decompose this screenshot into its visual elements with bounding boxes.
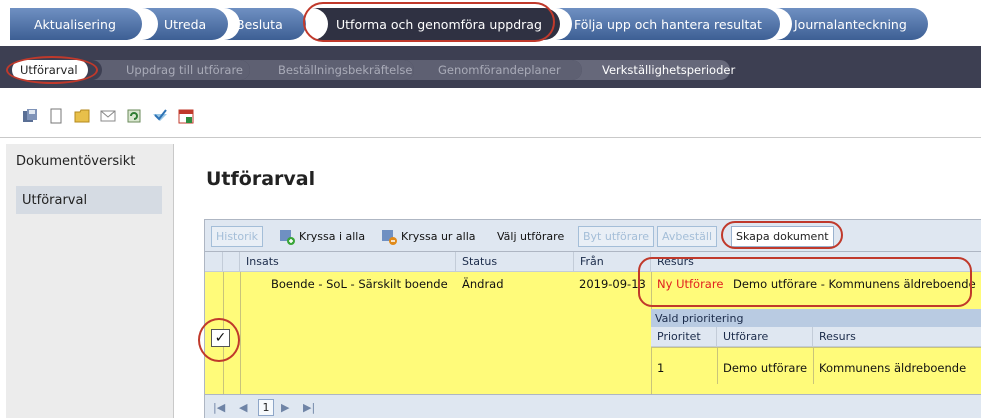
- header-resurs[interactable]: Resurs: [651, 252, 981, 272]
- tab-utreda[interactable]: Utreda: [150, 8, 220, 40]
- subtab-verkstallighetsperioder[interactable]: Verkställighetsperioder: [594, 60, 735, 80]
- header-select: [205, 252, 223, 272]
- historik-button[interactable]: Historik: [211, 226, 264, 247]
- nested-cell-utforare: Demo utförare: [723, 361, 808, 375]
- nested-header-resurs[interactable]: Resurs: [813, 327, 981, 347]
- cell-status: Ändrad: [462, 277, 504, 291]
- uncheck-all-icon: [382, 229, 397, 245]
- document-overview-panel: Dokumentöversikt Utförarval: [6, 144, 174, 418]
- header-blank: [223, 252, 240, 272]
- first-page-button[interactable]: |◀: [213, 401, 225, 414]
- tab-besluta[interactable]: Besluta: [222, 8, 292, 40]
- app-window: Aktualisering Utreda Besluta Utforma och…: [0, 0, 981, 418]
- main-toolbar: [0, 94, 981, 138]
- process-tab-bar: Aktualisering Utreda Besluta Utforma och…: [0, 0, 981, 44]
- byt-utforare-button[interactable]: Byt utförare: [578, 226, 655, 247]
- column-divider: [717, 347, 718, 384]
- tab-aktualisering[interactable]: Aktualisering: [20, 8, 130, 40]
- document-overview-item-utforarval[interactable]: Utförarval: [16, 186, 162, 214]
- document-icon[interactable]: [48, 108, 64, 124]
- next-page-button[interactable]: ▶: [281, 401, 289, 414]
- cell-insats: Boende - SoL - Särskilt boende: [271, 277, 448, 291]
- prev-page-button[interactable]: ◀: [239, 401, 247, 414]
- column-divider: [240, 272, 241, 394]
- nested-title: Vald prioritering: [651, 309, 981, 327]
- header-fran[interactable]: Från: [574, 252, 651, 272]
- skapa-dokument-button[interactable]: Skapa dokument: [731, 226, 834, 247]
- subtab-utforarval[interactable]: Utförarval: [12, 60, 88, 80]
- tab-utforma-och-genomfora-uppdrag[interactable]: Utforma och genomföra uppdrag: [322, 8, 552, 40]
- folder-icon[interactable]: [74, 108, 90, 124]
- valj-utforare-button[interactable]: Välj utförare: [497, 226, 564, 247]
- save-icon[interactable]: [22, 108, 38, 124]
- cell-fran: 2019-09-13: [579, 277, 646, 291]
- nested-header-prioritet[interactable]: Prioritet: [651, 327, 717, 347]
- refresh-icon[interactable]: [126, 108, 142, 124]
- utforarval-grid: Historik Kryssa i alla Kryssa ur alla Vä…: [204, 219, 981, 418]
- page-title: Utförarval: [206, 168, 316, 190]
- cell-resurs-name: Demo utförare - Kommunens äldreboende: [733, 277, 976, 291]
- nested-cell-prioritet: 1: [657, 361, 665, 375]
- envelope-icon[interactable]: [100, 108, 116, 124]
- avbestall-button[interactable]: Avbeställ: [657, 226, 718, 247]
- header-status[interactable]: Status: [456, 252, 574, 272]
- kryssa-i-alla-button[interactable]: Kryssa i alla: [279, 226, 365, 247]
- calendar-icon[interactable]: [178, 108, 194, 124]
- header-insats[interactable]: Insats: [240, 252, 456, 272]
- kryssa-ur-alla-button[interactable]: Kryssa ur alla: [381, 226, 476, 247]
- kryssa-ur-alla-label: Kryssa ur alla: [401, 230, 476, 243]
- sub-tab-bar: Utförarval Uppdrag till utförare Beställ…: [0, 46, 981, 88]
- row-select-checkbox[interactable]: ✓: [211, 329, 230, 347]
- nested-header-utforare[interactable]: Utförare: [717, 327, 813, 347]
- document-overview-title: Dokumentöversikt: [16, 154, 136, 169]
- current-page[interactable]: 1: [258, 399, 274, 416]
- checkmark-icon[interactable]: [152, 108, 168, 124]
- tab-journalanteckning[interactable]: Journalanteckning: [780, 8, 920, 40]
- cell-resurs-new: Ny Utförare: [657, 277, 724, 291]
- grid-toolbar: Historik Kryssa i alla Kryssa ur alla Vä…: [205, 220, 981, 252]
- tab-folja-upp-och-hantera-resultat[interactable]: Följa upp och hantera resultat: [560, 8, 770, 40]
- column-divider: [813, 347, 814, 384]
- nested-cell-resurs: Kommunens äldreboende: [819, 361, 967, 375]
- last-page-button[interactable]: ▶|: [303, 401, 315, 414]
- subtab-genomforandeplaner[interactable]: Genomförandeplaner: [430, 60, 561, 80]
- kryssa-i-alla-label: Kryssa i alla: [299, 230, 366, 243]
- subtab-bestallningsbekraftelse[interactable]: Beställningsbekräftelse: [270, 60, 412, 80]
- check-all-icon: [280, 229, 295, 245]
- subtab-uppdrag-till-utforare[interactable]: Uppdrag till utförare: [118, 60, 243, 80]
- pager: |◀ ◀ 1 ▶ ▶|: [205, 394, 981, 418]
